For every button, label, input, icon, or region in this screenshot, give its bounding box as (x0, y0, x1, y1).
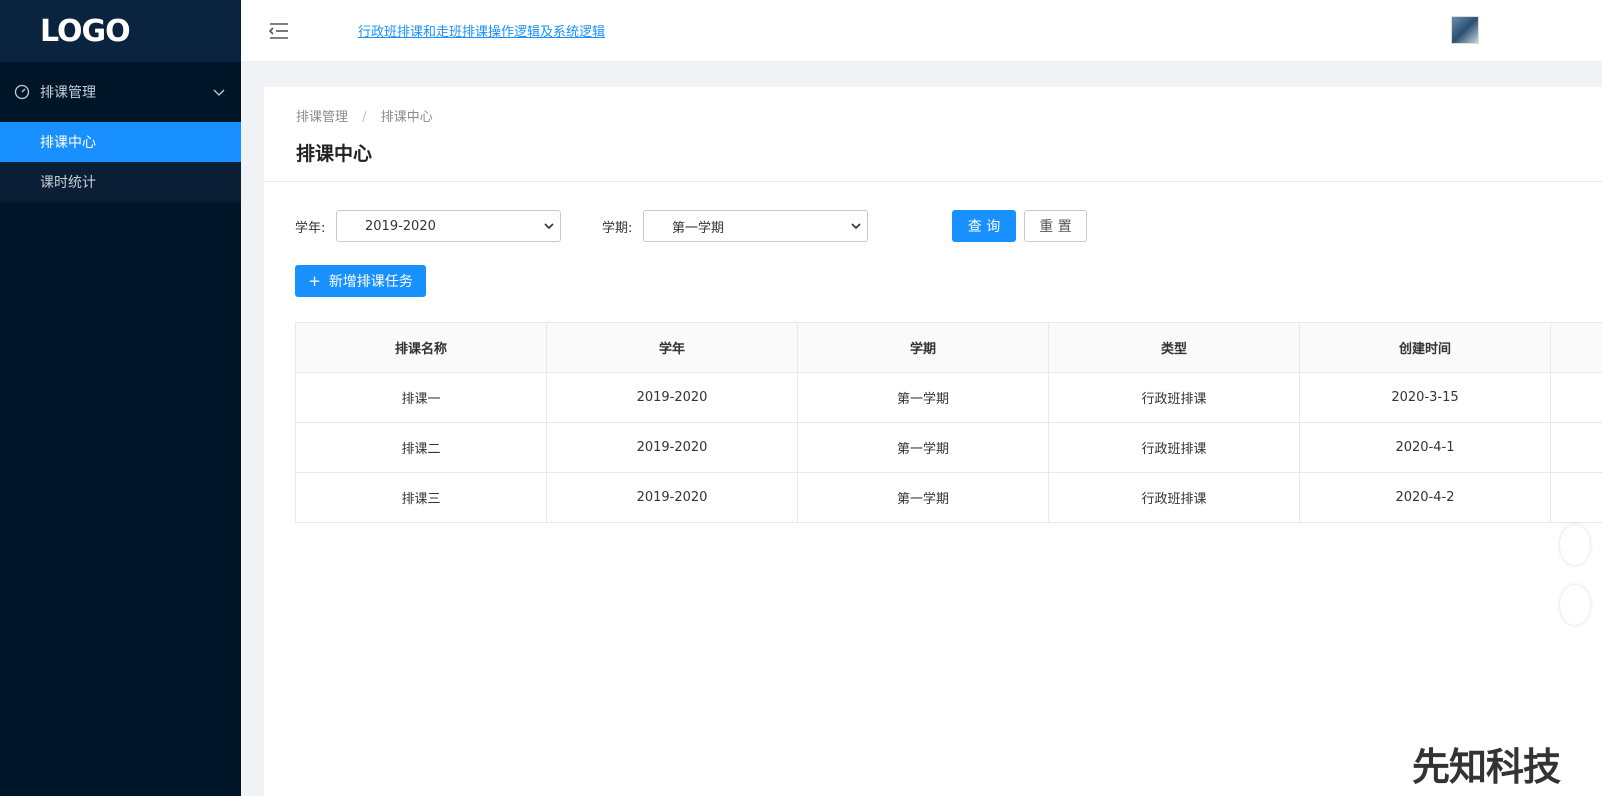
table-cell: 排课三 (295, 472, 547, 523)
page-title: 排课中心 (296, 143, 373, 165)
table-cell-extra (1550, 372, 1602, 423)
table-row: 排课二 2019-2020 第一学期 行政班排课 2020-4-1 (295, 422, 1602, 473)
column-header: 类型 (1048, 322, 1300, 373)
main-content: 排课管理 / 排课中心 排课中心 学年: 2019-2020 学期: 第一学期 … (264, 87, 1602, 796)
breadcrumb-root[interactable]: 排课管理 (296, 110, 348, 125)
column-header: 创建时间 (1299, 322, 1551, 373)
sidebar: LOGO 排课管理 排课中心 课时统计 (0, 0, 241, 796)
chevron-down-icon (544, 223, 554, 230)
table-cell: 排课一 (295, 372, 547, 423)
plus-icon: + (308, 272, 321, 290)
term-select-value: 第一学期 (672, 220, 725, 236)
table-cell: 行政班排课 (1048, 372, 1300, 423)
table-cell: 第一学期 (797, 472, 1049, 523)
schedule-table-wrap: 排课名称 学年 学期 类型 创建时间 排课一 2019-2020 第一学期 行政… (295, 322, 1602, 523)
sidebar-item-schedule-center[interactable]: 排课中心 (0, 122, 241, 162)
sidebar-item-label: 课时统计 (40, 175, 96, 191)
sidebar-item-label: 排课中心 (40, 135, 96, 151)
column-header: 学年 (546, 322, 798, 373)
table-cell: 排课二 (295, 422, 547, 473)
watermark: 先知科技 (1412, 745, 1561, 789)
column-header: 学期 (797, 322, 1049, 373)
avatar[interactable] (1451, 16, 1479, 44)
breadcrumb: 排课管理 / 排课中心 (296, 106, 433, 125)
table-row: 排课三 2019-2020 第一学期 行政班排课 2020-4-2 (295, 472, 1602, 523)
header-doc-link[interactable]: 行政班排课和走班排课操作逻辑及系统逻辑 (358, 21, 605, 40)
breadcrumb-separator: / (362, 110, 367, 125)
column-header-extra (1550, 322, 1602, 373)
sidebar-item-hour-stats[interactable]: 课时统计 (0, 162, 241, 202)
table-cell: 行政班排课 (1048, 422, 1300, 473)
logo-area: LOGO (0, 0, 241, 62)
gauge-icon (14, 84, 30, 100)
menu-fold-icon[interactable] (268, 22, 290, 40)
menu-group-label: 排课管理 (40, 85, 96, 101)
table-cell-extra (1550, 422, 1602, 473)
table-cell: 行政班排课 (1048, 472, 1300, 523)
query-button[interactable]: 查 询 (952, 210, 1016, 242)
floating-side-tab[interactable] (1560, 525, 1590, 565)
table-cell: 2020-4-2 (1299, 472, 1551, 523)
year-label: 学年: (295, 221, 326, 236)
table-cell: 2020-3-15 (1299, 372, 1551, 423)
divider (264, 181, 1602, 182)
column-header: 排课名称 (295, 322, 547, 373)
chevron-down-icon (213, 89, 225, 96)
table-cell: 第一学期 (797, 372, 1049, 423)
submenu: 排课中心 课时统计 (0, 122, 241, 202)
table-cell: 第一学期 (797, 422, 1049, 473)
menu-group-scheduling[interactable]: 排课管理 (0, 62, 241, 122)
breadcrumb-current: 排课中心 (380, 110, 433, 125)
table-cell: 2019-2020 (546, 372, 798, 423)
table-row: 排课一 2019-2020 第一学期 行政班排课 2020-3-15 (295, 372, 1602, 423)
table-header-row: 排课名称 学年 学期 类型 创建时间 (295, 322, 1602, 373)
logo: LOGO (40, 13, 131, 49)
reset-button[interactable]: 重 置 (1024, 210, 1087, 242)
top-header: 行政班排课和走班排课操作逻辑及系统逻辑 (241, 0, 1602, 61)
table-cell: 2020-4-1 (1299, 422, 1551, 473)
chevron-down-icon (851, 223, 861, 230)
table-cell: 2019-2020 (546, 422, 798, 473)
table-cell: 2019-2020 (546, 472, 798, 523)
term-label: 学期: (602, 221, 633, 236)
add-button-label: 新增排课任务 (328, 274, 413, 290)
add-schedule-task-button[interactable]: + 新增排课任务 (295, 265, 426, 297)
schedule-table: 排课名称 学年 学期 类型 创建时间 排课一 2019-2020 第一学期 行政… (295, 322, 1602, 523)
year-select[interactable]: 2019-2020 (336, 210, 561, 242)
term-select[interactable]: 第一学期 (643, 210, 868, 242)
table-cell-extra (1550, 472, 1602, 523)
floating-side-tab[interactable] (1560, 585, 1590, 625)
year-select-value: 2019-2020 (365, 218, 436, 234)
